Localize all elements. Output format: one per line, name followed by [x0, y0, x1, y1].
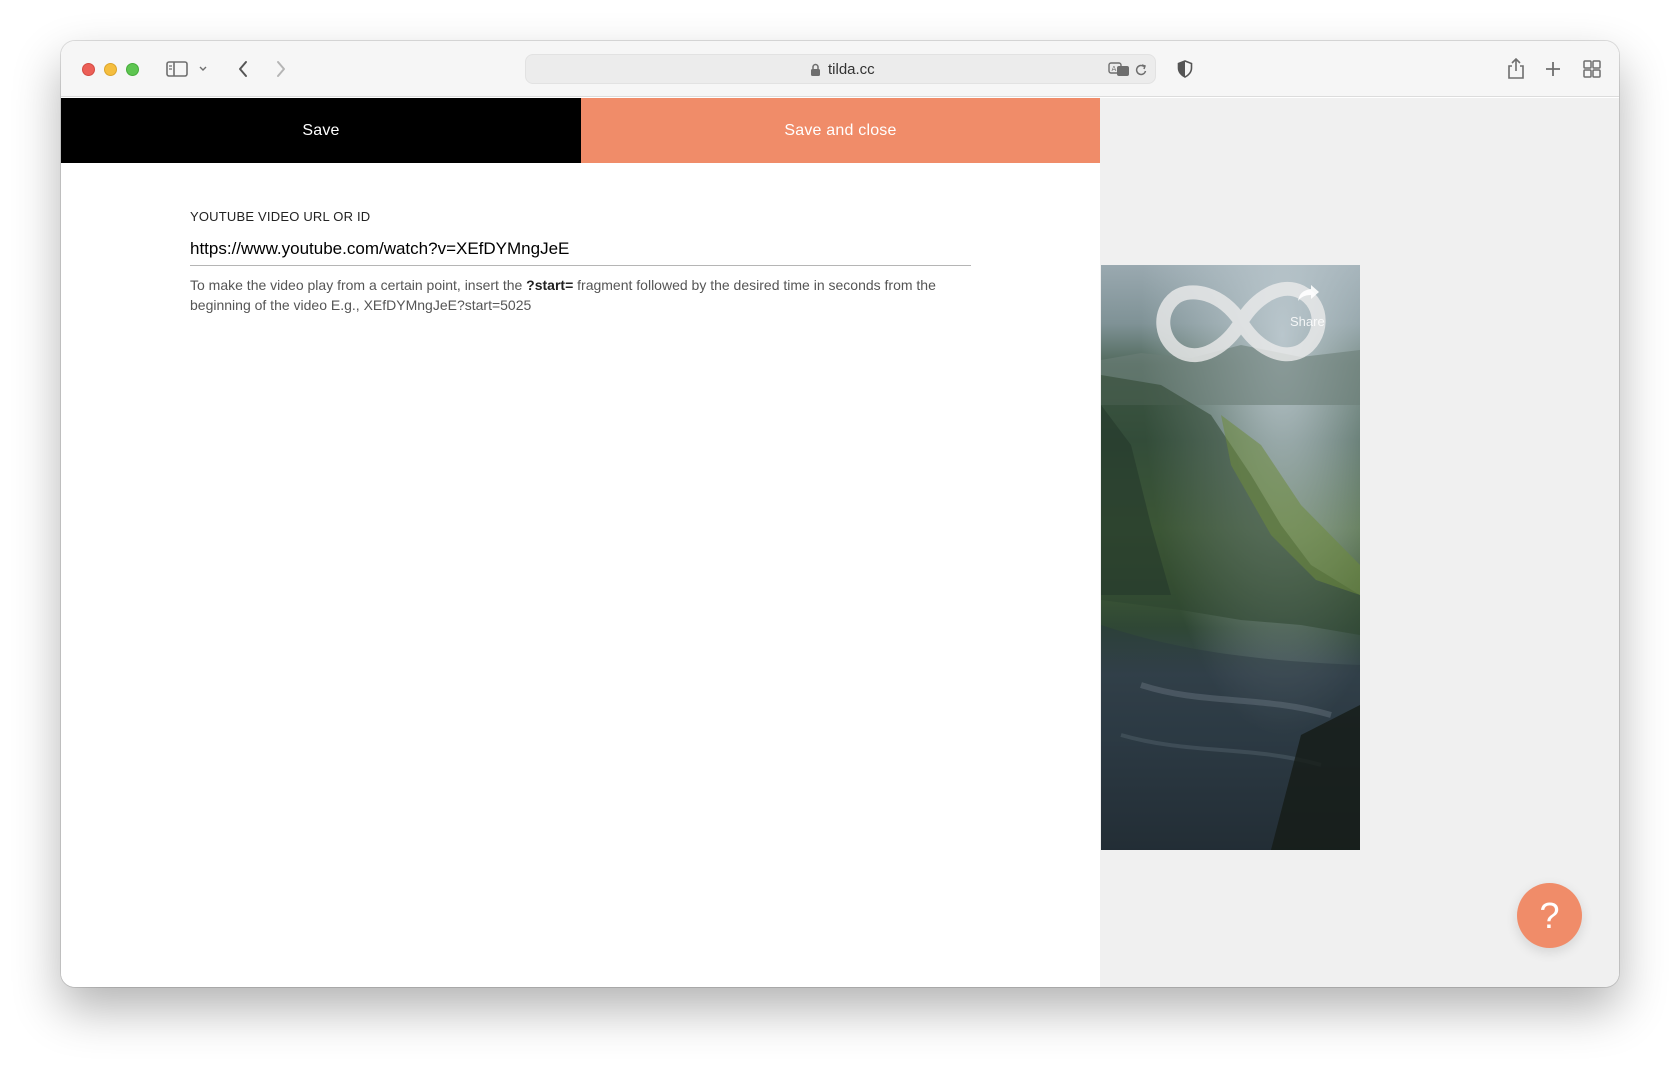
video-url-hint: To make the video play from a certain po… — [190, 275, 980, 315]
video-preview[interactable]: Share — [1101, 265, 1360, 850]
share-label: Share — [1290, 314, 1325, 329]
minimize-window-button[interactable] — [104, 63, 117, 76]
settings-panel: Save Save and close YOUTUBE VIDEO URL OR… — [61, 98, 1100, 987]
save-button[interactable]: Save — [61, 98, 581, 163]
close-window-button[interactable] — [82, 63, 95, 76]
shield-icon[interactable] — [1177, 57, 1193, 81]
chevron-down-icon[interactable] — [198, 57, 208, 81]
help-button[interactable]: ? — [1517, 883, 1582, 948]
zoom-window-button[interactable] — [126, 63, 139, 76]
translate-icon[interactable]: A — [1108, 61, 1130, 82]
hint-text-start: To make the video play from a certain po… — [190, 277, 527, 293]
back-icon[interactable] — [237, 57, 249, 81]
address-bar[interactable]: tilda.cc A — [525, 54, 1156, 84]
browser-toolbar: tilda.cc A — [61, 41, 1619, 97]
tab-overview-icon[interactable] — [1583, 57, 1601, 81]
share-icon[interactable] — [1507, 57, 1525, 81]
forward-icon[interactable] — [275, 57, 287, 81]
browser-window: tilda.cc A Save Save and close YOUTUBE V… — [61, 41, 1619, 987]
video-url-label: YOUTUBE VIDEO URL OR ID — [190, 209, 371, 224]
video-url-input[interactable] — [190, 232, 971, 266]
page-content: Save Save and close YOUTUBE VIDEO URL OR… — [61, 98, 1619, 987]
share-arrow-icon[interactable] — [1297, 283, 1321, 308]
address-text: tilda.cc — [828, 61, 875, 78]
svg-text:A: A — [1112, 65, 1117, 73]
reload-icon[interactable] — [1134, 62, 1148, 83]
hint-code: ?start= — [526, 277, 574, 293]
save-and-close-button[interactable]: Save and close — [581, 98, 1100, 163]
lock-icon — [810, 63, 821, 82]
sidebar-icon[interactable] — [166, 57, 188, 81]
new-tab-icon[interactable] — [1545, 57, 1561, 81]
